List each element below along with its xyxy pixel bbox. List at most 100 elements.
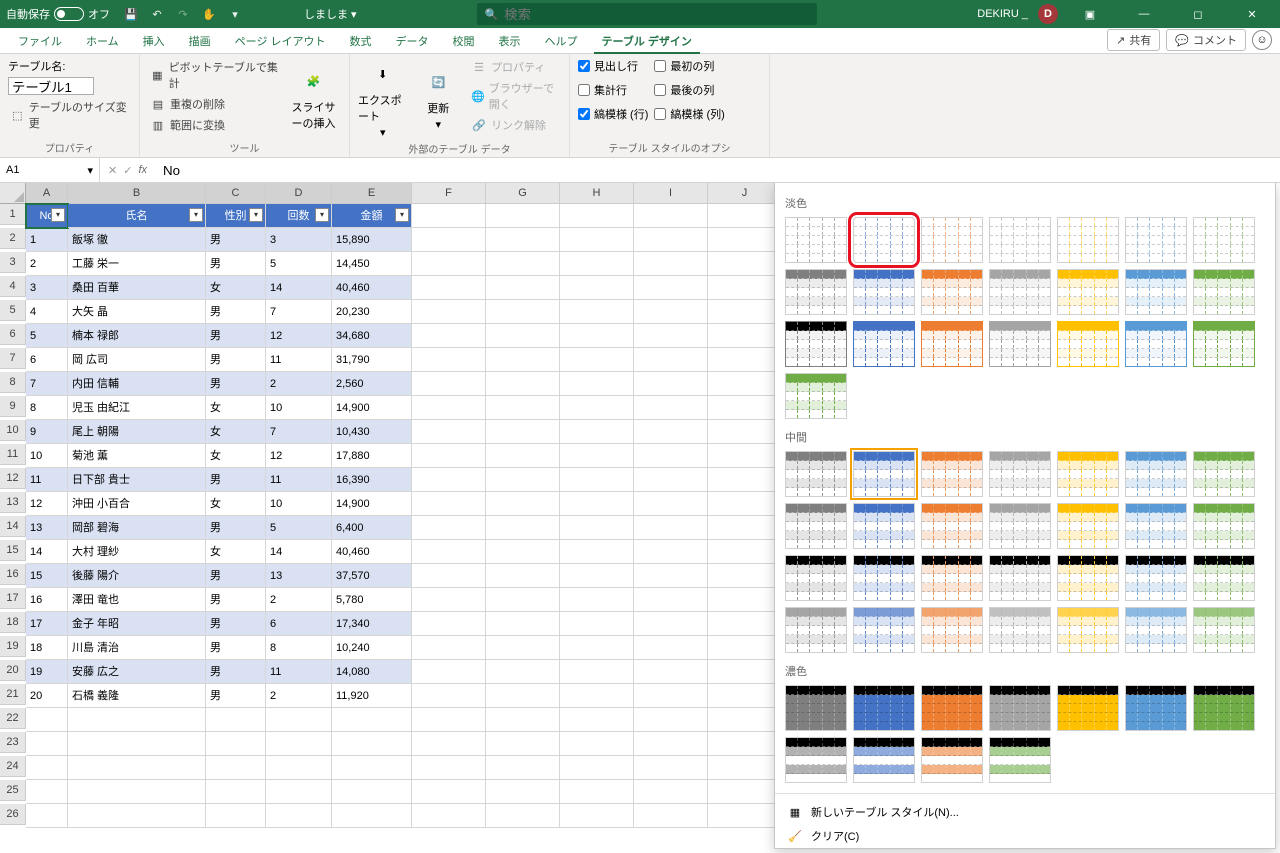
empty-cell[interactable] xyxy=(486,372,560,396)
tab-ファイル[interactable]: ファイル xyxy=(8,29,72,53)
data-cell[interactable]: 岡部 碧海 xyxy=(68,516,206,540)
data-cell[interactable]: 7 xyxy=(266,420,332,444)
style-swatch[interactable] xyxy=(921,503,983,549)
user-name[interactable]: DEKIRU _ xyxy=(977,8,1028,20)
empty-cell[interactable] xyxy=(708,804,782,828)
style-swatch[interactable] xyxy=(989,555,1051,601)
empty-cell[interactable] xyxy=(634,420,708,444)
tab-ホーム[interactable]: ホーム xyxy=(76,29,129,53)
data-cell[interactable]: 金子 年昭 xyxy=(68,612,206,636)
empty-cell[interactable] xyxy=(68,804,206,828)
tab-挿入[interactable]: 挿入 xyxy=(133,29,175,53)
row-header[interactable]: 3 xyxy=(0,252,26,273)
name-box[interactable]: A1▾ xyxy=(0,158,100,182)
style-swatch[interactable] xyxy=(1125,321,1187,367)
filter-dropdown-icon[interactable]: ▾ xyxy=(315,208,329,222)
data-cell[interactable]: 2,560 xyxy=(332,372,412,396)
empty-cell[interactable] xyxy=(412,276,486,300)
style-swatch[interactable] xyxy=(1057,607,1119,653)
opt-header-row[interactable]: 見出し行 xyxy=(578,58,648,74)
style-swatch[interactable] xyxy=(1057,685,1119,731)
style-swatch[interactable] xyxy=(989,451,1051,497)
style-swatch[interactable] xyxy=(921,685,983,731)
row-header[interactable]: 26 xyxy=(0,804,26,825)
col-header[interactable]: G xyxy=(486,183,560,204)
empty-cell[interactable] xyxy=(708,780,782,804)
col-header[interactable]: I xyxy=(634,183,708,204)
style-swatch[interactable] xyxy=(921,321,983,367)
data-cell[interactable]: 6 xyxy=(26,348,68,372)
autosave-toggle[interactable]: 自動保存 オフ xyxy=(6,6,110,22)
row-header[interactable]: 20 xyxy=(0,660,26,681)
data-cell[interactable]: 13 xyxy=(266,564,332,588)
opt-last-col[interactable]: 最後の列 xyxy=(654,82,724,98)
empty-cell[interactable] xyxy=(412,492,486,516)
style-swatch[interactable] xyxy=(1193,269,1255,315)
col-header[interactable]: C xyxy=(206,183,266,204)
empty-cell[interactable] xyxy=(206,804,266,828)
empty-cell[interactable] xyxy=(486,780,560,804)
style-swatch[interactable] xyxy=(1125,269,1187,315)
style-swatch[interactable] xyxy=(1193,217,1255,263)
avatar[interactable]: D xyxy=(1038,4,1058,24)
data-cell[interactable]: 19 xyxy=(26,660,68,684)
row-header[interactable]: 9 xyxy=(0,396,26,417)
data-cell[interactable]: 11 xyxy=(266,660,332,684)
data-cell[interactable]: 11,920 xyxy=(332,684,412,708)
data-cell[interactable]: 17,340 xyxy=(332,612,412,636)
dedupe-button[interactable]: ▤重複の削除 xyxy=(148,95,280,113)
style-swatch[interactable] xyxy=(989,607,1051,653)
data-cell[interactable]: 3 xyxy=(26,276,68,300)
empty-cell[interactable] xyxy=(412,732,486,756)
row-header[interactable]: 16 xyxy=(0,564,26,585)
data-cell[interactable]: 2 xyxy=(26,252,68,276)
empty-cell[interactable] xyxy=(560,804,634,828)
empty-cell[interactable] xyxy=(486,804,560,828)
empty-cell[interactable] xyxy=(560,204,634,228)
data-cell[interactable]: 男 xyxy=(206,228,266,252)
empty-cell[interactable] xyxy=(634,564,708,588)
empty-cell[interactable] xyxy=(708,564,782,588)
data-cell[interactable]: 男 xyxy=(206,588,266,612)
style-swatch[interactable] xyxy=(921,607,983,653)
style-swatch[interactable] xyxy=(921,217,983,263)
touch-mode-icon[interactable]: ✋ xyxy=(200,5,218,23)
empty-cell[interactable] xyxy=(412,660,486,684)
empty-cell[interactable] xyxy=(708,420,782,444)
data-cell[interactable]: 6,400 xyxy=(332,516,412,540)
empty-cell[interactable] xyxy=(486,420,560,444)
style-swatch[interactable] xyxy=(785,217,847,263)
style-swatch[interactable] xyxy=(1057,269,1119,315)
style-swatch[interactable] xyxy=(853,685,915,731)
data-cell[interactable]: 男 xyxy=(206,324,266,348)
style-swatch[interactable] xyxy=(989,217,1051,263)
data-cell[interactable]: 男 xyxy=(206,684,266,708)
style-swatch[interactable] xyxy=(785,373,847,419)
resize-table-button[interactable]: ⬚テーブルのサイズ変更 xyxy=(8,98,131,132)
empty-cell[interactable] xyxy=(634,468,708,492)
style-swatch[interactable] xyxy=(853,451,915,497)
tab-ヘルプ[interactable]: ヘルプ xyxy=(535,29,588,53)
empty-cell[interactable] xyxy=(486,732,560,756)
empty-cell[interactable] xyxy=(486,444,560,468)
ribbon-display-icon[interactable]: ▣ xyxy=(1068,0,1112,28)
style-swatch[interactable] xyxy=(1057,321,1119,367)
data-cell[interactable]: 女 xyxy=(206,420,266,444)
data-cell[interactable]: 10 xyxy=(266,396,332,420)
data-cell[interactable]: 6 xyxy=(266,612,332,636)
empty-cell[interactable] xyxy=(206,780,266,804)
data-cell[interactable]: 12 xyxy=(266,324,332,348)
maximize-icon[interactable]: ◻ xyxy=(1176,0,1220,28)
empty-cell[interactable] xyxy=(634,372,708,396)
empty-cell[interactable] xyxy=(708,660,782,684)
slicer-button[interactable]: 🧩 スライサーの挿入 xyxy=(286,58,341,138)
empty-cell[interactable] xyxy=(486,204,560,228)
empty-cell[interactable] xyxy=(560,756,634,780)
empty-cell[interactable] xyxy=(486,708,560,732)
empty-cell[interactable] xyxy=(634,660,708,684)
empty-cell[interactable] xyxy=(708,396,782,420)
style-swatch[interactable] xyxy=(853,737,915,783)
data-cell[interactable]: 児玉 由紀江 xyxy=(68,396,206,420)
data-cell[interactable]: 37,570 xyxy=(332,564,412,588)
style-swatch[interactable] xyxy=(853,607,915,653)
